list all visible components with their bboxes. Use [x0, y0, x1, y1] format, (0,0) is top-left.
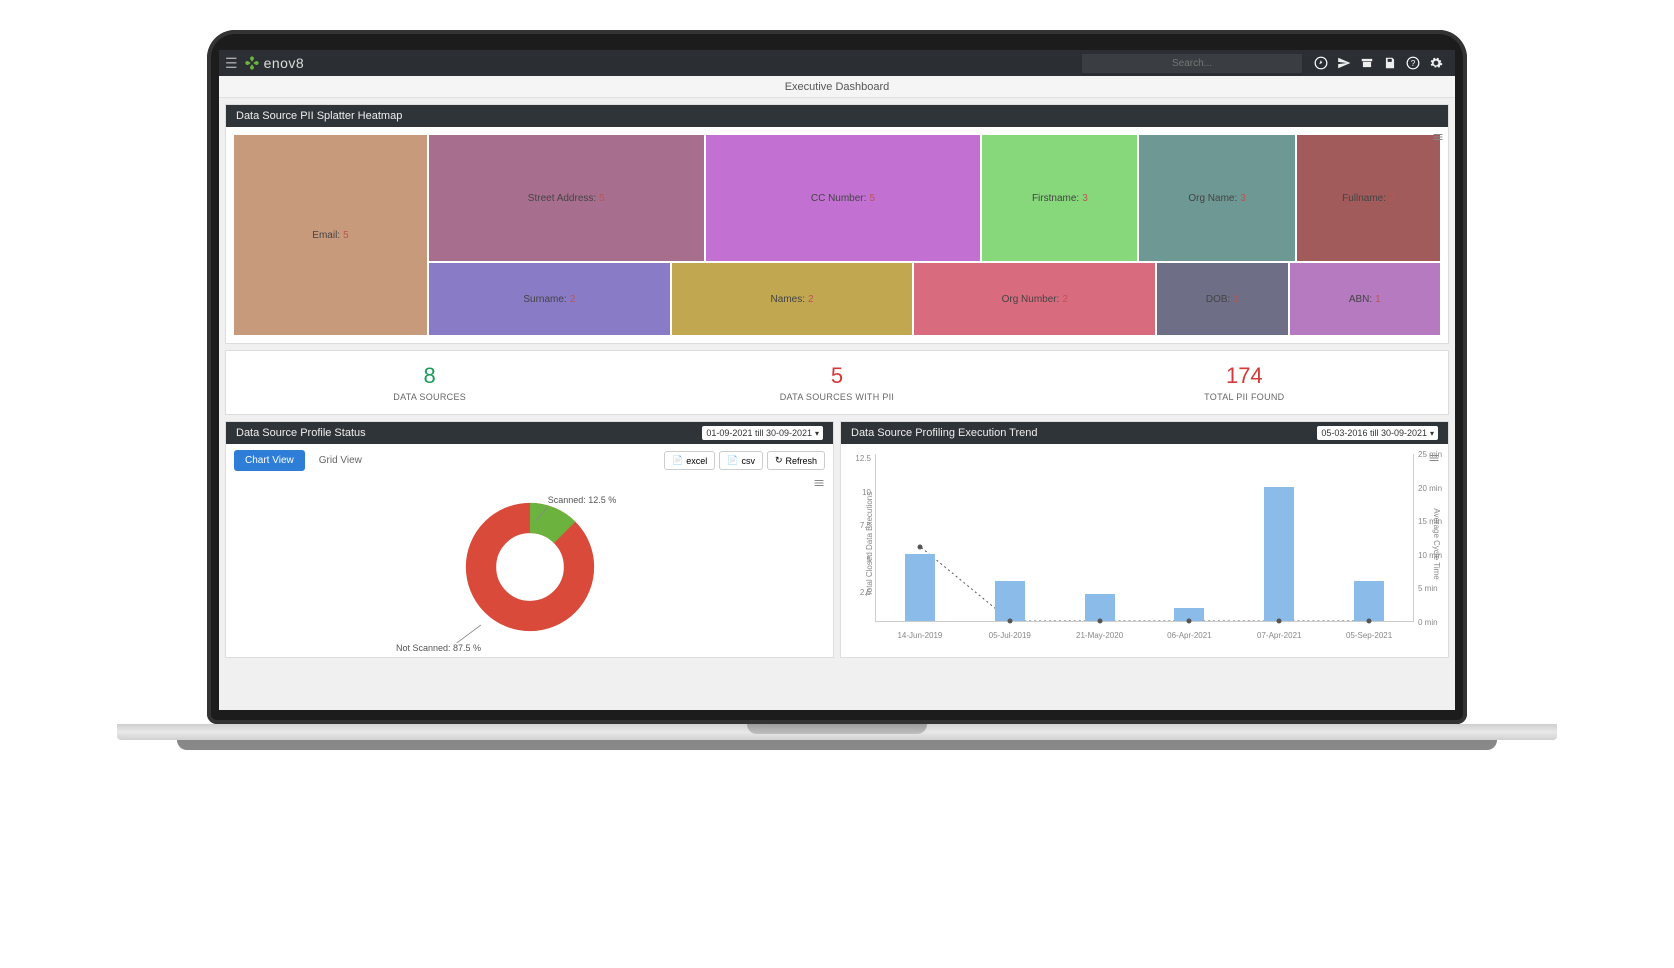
profile-status-panel: Data Source Profile Status 01-09-2021 ti…	[225, 421, 834, 658]
stat-value: 5	[639, 363, 1034, 389]
y-tick-right: 10 min	[1418, 551, 1444, 560]
x-tick: 05-Jul-2019	[985, 631, 1035, 640]
donut-label-not-scanned: Not Scanned: 87.5 %	[396, 643, 481, 653]
bar[interactable]	[1085, 594, 1115, 621]
line-point[interactable]	[1277, 619, 1282, 624]
date-range-picker[interactable]: 01-09-2021 till 30-09-2021	[702, 426, 823, 440]
refresh-button[interactable]: ↻ Refresh	[767, 451, 825, 470]
x-tick: 06-Apr-2021	[1164, 631, 1214, 640]
y-tick-right: 0 min	[1418, 618, 1444, 627]
x-tick: 05-Sep-2021	[1344, 631, 1394, 640]
page-title-bar: Executive Dashboard	[219, 76, 1455, 98]
y-tick-left: 10	[845, 488, 871, 497]
send-icon[interactable]	[1337, 56, 1351, 70]
treemap-cell[interactable]: DOB:1	[1157, 263, 1287, 335]
bar[interactable]	[1354, 581, 1384, 621]
stat-label: TOTAL PII FOUND	[1047, 392, 1442, 402]
heatmap-panel: Data Source PII Splatter Heatmap Email:5…	[225, 104, 1449, 344]
donut-chart[interactable]: Scanned: 12.5 % Not Scanned: 87.5 %	[226, 477, 833, 657]
treemap-cell[interactable]: CC Number:5	[706, 135, 981, 261]
donut-label-scanned: Scanned: 12.5 %	[548, 495, 617, 505]
compass-icon[interactable]	[1314, 56, 1328, 70]
y-tick-left: 5	[845, 555, 871, 564]
clover-icon	[244, 55, 260, 71]
line-point[interactable]	[1187, 619, 1192, 624]
bar[interactable]	[995, 581, 1025, 621]
y-tick-right: 5 min	[1418, 584, 1444, 593]
heatmap-header: Data Source PII Splatter Heatmap	[226, 105, 1448, 127]
stat-value: 174	[1047, 363, 1442, 389]
help-icon[interactable]: ?	[1406, 56, 1420, 70]
bar[interactable]	[905, 554, 935, 621]
stat-card: 174 TOTAL PII FOUND	[1041, 351, 1448, 414]
stat-card: 5 DATA SOURCES WITH PII	[633, 351, 1040, 414]
treemap-chart[interactable]: Email:5Street Address:5CC Number:5Firstn…	[234, 135, 1440, 335]
treemap-cell[interactable]: Names:2	[672, 263, 913, 335]
hamburger-menu-icon[interactable]: ☰	[225, 55, 238, 72]
x-tick: 14-Jun-2019	[895, 631, 945, 640]
profile-status-title: Data Source Profile Status	[236, 427, 366, 439]
stat-card: 8 DATA SOURCES	[226, 351, 633, 414]
chart-menu-icon[interactable]	[1428, 452, 1440, 467]
treemap-cell[interactable]: Fullname:2	[1297, 135, 1440, 261]
y-axis-left-title: Total Closed Data Executions	[865, 492, 874, 597]
treemap-cell[interactable]: Firstname:3	[982, 135, 1137, 261]
gear-icon[interactable]	[1429, 56, 1443, 70]
save-icon[interactable]	[1383, 56, 1397, 70]
exec-trend-panel: Data Source Profiling Execution Trend 05…	[840, 421, 1449, 658]
line-point[interactable]	[1367, 619, 1372, 624]
stat-label: DATA SOURCES WITH PII	[639, 392, 1034, 402]
brand-text: enov8	[264, 55, 305, 71]
stats-row: 8 DATA SOURCES 5 DATA SOURCES WITH PII 174 TO…	[225, 350, 1449, 415]
treemap-cell[interactable]: Street Address:5	[429, 135, 704, 261]
y-tick-left: 7.5	[845, 521, 871, 530]
export-excel-button[interactable]: 📄 excel	[664, 451, 715, 470]
stat-label: DATA SOURCES	[232, 392, 627, 402]
stat-value: 8	[232, 363, 627, 389]
y-tick-left: 12.5	[845, 454, 871, 463]
bar-line-chart[interactable]: Total Closed Data Executions Average Cyc…	[841, 444, 1448, 644]
brand-logo[interactable]: enov8	[244, 55, 305, 71]
archive-icon[interactable]	[1360, 56, 1374, 70]
date-range-picker[interactable]: 05-03-2016 till 30-09-2021	[1317, 426, 1438, 440]
bar[interactable]	[1264, 487, 1294, 621]
line-point[interactable]	[917, 545, 922, 550]
chart-menu-icon[interactable]	[813, 477, 825, 492]
line-point[interactable]	[1007, 619, 1012, 624]
chart-menu-icon[interactable]	[1432, 131, 1444, 146]
y-tick-right: 20 min	[1418, 484, 1444, 493]
tab-grid-view[interactable]: Grid View	[309, 451, 372, 470]
tab-chart-view[interactable]: Chart View	[234, 450, 305, 471]
x-tick: 21-May-2020	[1075, 631, 1125, 640]
export-csv-button[interactable]: 📄 csv	[719, 451, 763, 470]
exec-trend-title: Data Source Profiling Execution Trend	[851, 427, 1038, 439]
x-tick: 07-Apr-2021	[1254, 631, 1304, 640]
svg-text:?: ?	[1411, 59, 1416, 68]
page-title: Executive Dashboard	[785, 81, 890, 93]
line-point[interactable]	[1097, 619, 1102, 624]
treemap-cell[interactable]: Org Number:2	[914, 263, 1155, 335]
treemap-cell[interactable]: Email:5	[234, 135, 427, 335]
search-input[interactable]	[1082, 54, 1302, 73]
y-tick-left: 2.5	[845, 588, 871, 597]
top-bar: ☰ enov8 ?	[219, 50, 1455, 76]
treemap-cell[interactable]: ABN:1	[1290, 263, 1440, 335]
y-tick-right: 15 min	[1418, 517, 1444, 526]
treemap-cell[interactable]: Org Name:3	[1139, 135, 1294, 261]
treemap-cell[interactable]: Surname:2	[429, 263, 670, 335]
